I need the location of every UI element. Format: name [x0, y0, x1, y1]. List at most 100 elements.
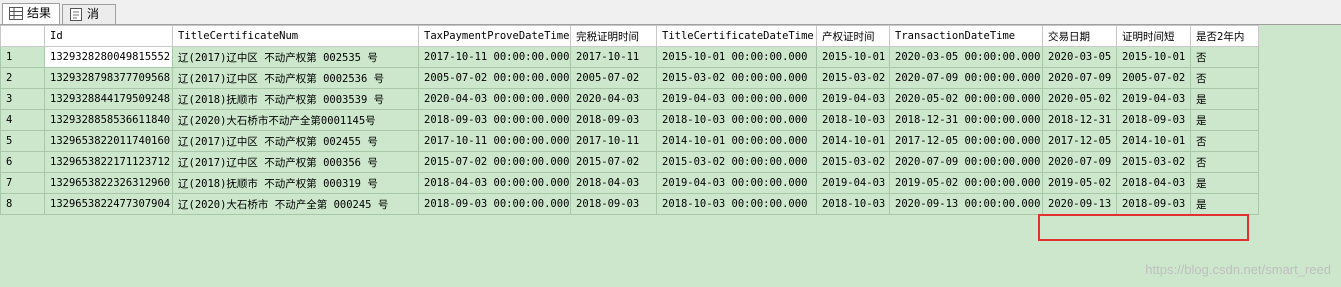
grid-cell[interactable]: 1329653822326312960 — [44, 172, 173, 194]
grid-cell[interactable]: 2018-09-03 — [570, 193, 657, 215]
column-header[interactable]: TitleCertificateNum — [172, 25, 419, 47]
grid-cell[interactable]: 2020-07-09 00:00:00.000 — [889, 67, 1043, 89]
grid-cell[interactable]: 2018-12-31 — [1042, 109, 1117, 131]
grid-cell[interactable]: 1329328858536611840 — [44, 109, 173, 131]
grid-cell[interactable]: 2018-04-03 00:00:00.000 — [418, 172, 571, 194]
grid-cell[interactable]: 2020-09-13 — [1042, 193, 1117, 215]
grid-cell[interactable]: 2015-10-01 00:00:00.000 — [656, 46, 817, 68]
column-header[interactable]: TransactionDateTime — [889, 25, 1043, 47]
grid-cell[interactable]: 2014-10-01 00:00:00.000 — [656, 130, 817, 152]
grid-cell[interactable]: 2018-04-03 — [1116, 172, 1191, 194]
row-number[interactable]: 3 — [0, 88, 45, 110]
grid-cell[interactable]: 1329653822171123712 — [44, 151, 173, 173]
grid-cell[interactable]: 2018-09-03 00:00:00.000 — [418, 193, 571, 215]
row-number[interactable]: 4 — [0, 109, 45, 131]
grid-cell[interactable]: 2019-05-02 — [1042, 172, 1117, 194]
table-row[interactable]: 6 1329653822171123712 辽(2017)辽中区 不动产权第 000… — [0, 151, 1259, 173]
grid-cell[interactable]: 2020-07-09 — [1042, 67, 1117, 89]
grid-cell[interactable]: 2005-07-02 — [570, 67, 657, 89]
grid-cell[interactable]: 2015-03-02 00:00:00.000 — [656, 67, 817, 89]
grid-cell[interactable]: 1329328844179509248 — [44, 88, 173, 110]
grid-cell[interactable]: 否 — [1190, 130, 1259, 152]
row-number[interactable]: 6 — [0, 151, 45, 173]
grid-cell[interactable]: 2017-10-11 — [570, 130, 657, 152]
grid-cell[interactable]: 2018-09-03 — [1116, 193, 1191, 215]
grid-cell[interactable]: 否 — [1190, 46, 1259, 68]
table-row[interactable]: 2 1329328798377709568 辽(2017)辽中区 不动产权第 000… — [0, 67, 1259, 89]
grid-cell[interactable]: 2018-10-03 — [816, 193, 890, 215]
grid-cell[interactable]: 辽(2017)辽中区 不动产权第 000356 号 — [172, 151, 419, 173]
grid-cell[interactable]: 2015-03-02 00:00:00.000 — [656, 151, 817, 173]
grid-cell[interactable]: 1329653822477307904 — [44, 193, 173, 215]
grid-cell[interactable]: 是 — [1190, 88, 1259, 110]
grid-cell[interactable]: 辽(2018)抚顺市 不动产权第 000319 号 — [172, 172, 419, 194]
grid-cell[interactable]: 2018-09-03 00:00:00.000 — [418, 109, 571, 131]
grid-cell[interactable]: 是 — [1190, 109, 1259, 131]
grid-cell[interactable]: 2017-12-05 — [1042, 130, 1117, 152]
grid-cell[interactable]: 2017-10-11 00:00:00.000 — [418, 130, 571, 152]
column-header[interactable]: Id — [44, 25, 173, 47]
grid-cell[interactable]: 2019-04-03 — [816, 88, 890, 110]
grid-cell[interactable]: 2018-12-31 00:00:00.000 — [889, 109, 1043, 131]
grid-cell[interactable]: 辽(2020)大石桥市 不动产全第 000245 号 — [172, 193, 419, 215]
grid-cell[interactable]: 2020-07-09 — [1042, 151, 1117, 173]
table-row[interactable]: 7 1329653822326312960 辽(2018)抚顺市 不动产权第 000… — [0, 172, 1259, 194]
grid-cell[interactable]: 辽(2017)辽中区 不动产权第 002455 号 — [172, 130, 419, 152]
grid-cell[interactable]: 是 — [1190, 193, 1259, 215]
grid-cell[interactable]: 1329328280049815552 — [44, 46, 173, 68]
column-header[interactable]: 证明时间短 — [1116, 25, 1191, 47]
corner-cell[interactable] — [0, 25, 45, 47]
grid-cell[interactable]: 2005-07-02 00:00:00.000 — [418, 67, 571, 89]
grid-cell[interactable]: 2015-03-02 — [816, 151, 890, 173]
grid-cell[interactable]: 2020-03-05 — [1042, 46, 1117, 68]
row-number[interactable]: 2 — [0, 67, 45, 89]
table-row[interactable]: 1 1329328280049815552 辽(2017)辽中区 不动产权第 002… — [0, 46, 1259, 68]
grid-cell[interactable]: 2018-04-03 — [570, 172, 657, 194]
grid-cell[interactable]: 辽(2020)大石桥市不动产全第0001145号 — [172, 109, 419, 131]
grid-cell[interactable]: 2015-03-02 — [816, 67, 890, 89]
grid-cell[interactable]: 否 — [1190, 151, 1259, 173]
grid-cell[interactable]: 2019-04-03 00:00:00.000 — [656, 88, 817, 110]
grid-cell[interactable]: 2015-10-01 — [1116, 46, 1191, 68]
grid-cell[interactable]: 2017-10-11 00:00:00.000 — [418, 46, 571, 68]
grid-cell[interactable]: 2015-10-01 — [816, 46, 890, 68]
grid-cell[interactable]: 2015-07-02 — [570, 151, 657, 173]
column-header[interactable]: 交易日期 — [1042, 25, 1117, 47]
results-grid[interactable]: Id TitleCertificateNum TaxPaymentProveDa… — [0, 25, 1341, 287]
grid-cell[interactable]: 2015-03-02 — [1116, 151, 1191, 173]
grid-cell[interactable]: 2019-04-03 — [816, 172, 890, 194]
column-header[interactable]: 产权证时间 — [816, 25, 890, 47]
grid-cell[interactable]: 2014-10-01 — [1116, 130, 1191, 152]
row-number[interactable]: 8 — [0, 193, 45, 215]
grid-cell[interactable]: 2020-07-09 00:00:00.000 — [889, 151, 1043, 173]
grid-cell[interactable]: 辽(2018)抚顺市 不动产权第 0003539 号 — [172, 88, 419, 110]
grid-cell[interactable]: 2017-12-05 00:00:00.000 — [889, 130, 1043, 152]
grid-cell[interactable]: 1329653822011740160 — [44, 130, 173, 152]
row-number[interactable]: 5 — [0, 130, 45, 152]
column-header[interactable]: TitleCertificateDateTime — [656, 25, 817, 47]
column-header[interactable]: 完税证明时间 — [570, 25, 657, 47]
grid-cell[interactable]: 2020-04-03 — [570, 88, 657, 110]
grid-cell[interactable]: 2019-05-02 00:00:00.000 — [889, 172, 1043, 194]
table-row[interactable]: 8 1329653822477307904 辽(2020)大石桥市 不动产全第 00… — [0, 193, 1259, 215]
row-number[interactable]: 7 — [0, 172, 45, 194]
column-header[interactable]: TaxPaymentProveDateTime — [418, 25, 571, 47]
grid-cell[interactable]: 2015-07-02 00:00:00.000 — [418, 151, 571, 173]
row-number[interactable]: 1 — [0, 46, 45, 68]
table-row[interactable]: 5 1329653822011740160 辽(2017)辽中区 不动产权第 002… — [0, 130, 1259, 152]
grid-cell[interactable]: 辽(2017)辽中区 不动产权第 0002536 号 — [172, 67, 419, 89]
grid-cell[interactable]: 2014-10-01 — [816, 130, 890, 152]
grid-cell[interactable]: 2019-04-03 00:00:00.000 — [656, 172, 817, 194]
grid-cell[interactable]: 2018-09-03 — [570, 109, 657, 131]
grid-cell[interactable]: 2017-10-11 — [570, 46, 657, 68]
grid-cell[interactable]: 辽(2017)辽中区 不动产权第 002535 号 — [172, 46, 419, 68]
grid-cell[interactable]: 2020-03-05 00:00:00.000 — [889, 46, 1043, 68]
grid-cell[interactable]: 1329328798377709568 — [44, 67, 173, 89]
grid-cell[interactable]: 否 — [1190, 67, 1259, 89]
tab-messages[interactable]: 消息 — [62, 4, 116, 40]
grid-cell[interactable]: 2019-04-03 — [1116, 88, 1191, 110]
grid-cell[interactable]: 是 — [1190, 172, 1259, 194]
grid-cell[interactable]: 2020-05-02 00:00:00.000 — [889, 88, 1043, 110]
table-row[interactable]: 3 1329328844179509248 辽(2018)抚顺市 不动产权第 000… — [0, 88, 1259, 110]
grid-cell[interactable]: 2020-09-13 00:00:00.000 — [889, 193, 1043, 215]
